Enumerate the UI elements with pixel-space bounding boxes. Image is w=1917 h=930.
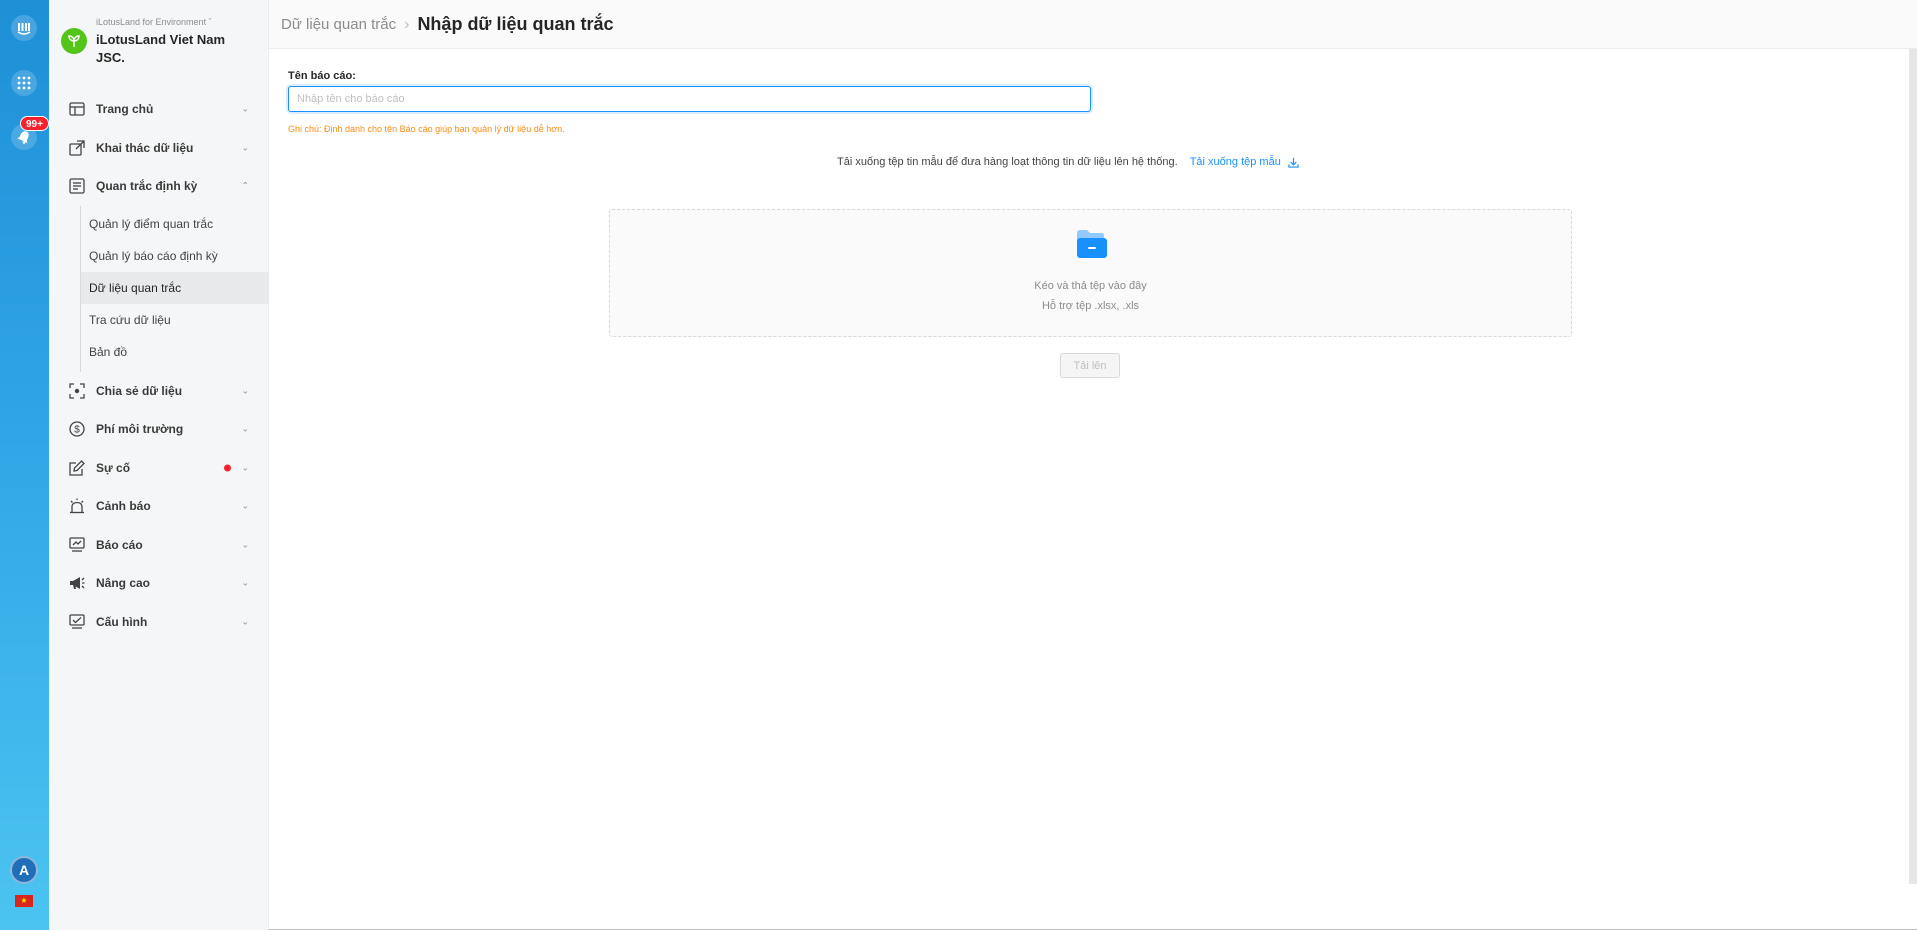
breadcrumb: Dữ liệu quan trắc › Nhập dữ liệu quan tr…	[281, 14, 614, 35]
chevron-up-icon: ⌃	[241, 180, 249, 191]
menu-item-nang-cao[interactable]: Nâng cao ⌄	[49, 564, 269, 603]
chevron-down-icon: ⌄	[241, 539, 249, 550]
submenu-item-du-lieu-quan-trac[interactable]: Dữ liệu quan trắc	[81, 271, 269, 304]
chevron-down-icon: ⌄	[241, 142, 249, 153]
chevron-down-icon: ⌄	[241, 462, 249, 473]
chevron-down-icon: ⌄	[241, 616, 249, 627]
menu-item-chia-se-du-lieu[interactable]: Chia sẻ dữ liệu ⌄	[49, 372, 269, 411]
menu-item-su-co[interactable]: Sự cố ⌄	[49, 449, 269, 488]
menu-item-bao-cao[interactable]: Báo cáo ⌄	[49, 526, 269, 565]
organization-name: iLotusLand Viet Nam JSC.	[96, 32, 226, 65]
submenu-quan-trac-dinh-ky: Quản lý điểm quan trắc Quản lý báo cáo đ…	[80, 205, 269, 372]
breadcrumb-parent-link[interactable]: Dữ liệu quan trắc	[281, 16, 396, 33]
megaphone-icon	[69, 575, 85, 591]
folder-icon	[1076, 228, 1108, 265]
app-rail: 99+ A ★	[0, 0, 49, 930]
menu-item-label: Phí môi trường	[96, 422, 184, 437]
share-focus-icon	[69, 383, 85, 399]
menu-item-label: Cảnh báo	[96, 499, 151, 514]
app-logo-icon[interactable]	[11, 15, 37, 41]
organization-logo-icon	[61, 28, 87, 54]
dropzone-hint: Hỗ trợ tệp .xlsx, .xls	[1041, 300, 1140, 312]
submenu-item-quan-ly-bao-cao-dinh-ky[interactable]: Quản lý báo cáo định kỳ	[81, 240, 269, 272]
report-name-label: Tên báo cáo:	[288, 70, 356, 82]
dollar-circle-icon: $	[69, 421, 85, 437]
apps-grid-icon[interactable]	[11, 70, 37, 96]
file-dropzone[interactable]: Kéo và thả tệp vào đây Hỗ trợ tệp .xlsx,…	[609, 209, 1572, 337]
menu-item-cau-hinh[interactable]: Cấu hình ⌄	[49, 603, 269, 642]
download-icon	[1288, 157, 1299, 168]
menu-item-label: Cấu hình	[96, 614, 148, 629]
download-template-link[interactable]: Tải xuống tệp mẫu	[1190, 156, 1299, 168]
page-scrollbar[interactable]	[1909, 49, 1917, 884]
alarm-icon	[69, 498, 85, 514]
organization-subtitle: iLotusLand for Environment ˇ	[96, 17, 212, 27]
chevron-right-icon: ›	[404, 15, 410, 33]
submenu-item-ban-do[interactable]: Bản đồ	[81, 336, 269, 368]
svg-text:$: $	[74, 425, 80, 436]
chevron-down-icon: ⌄	[241, 103, 249, 114]
caret-icon: ˇ	[208, 17, 212, 27]
alert-dot	[224, 464, 231, 472]
menu-item-label: Sự cố	[96, 460, 131, 475]
menu-item-trang-chu[interactable]: Trang chủ ⌄	[49, 90, 269, 129]
menu-item-quan-trac-dinh-ky[interactable]: Quan trắc định kỳ ⌃	[49, 167, 269, 206]
chevron-down-icon: ⌄	[241, 423, 249, 434]
menu-item-label: Trang chủ	[96, 102, 154, 117]
chevron-down-icon: ⌄	[241, 500, 249, 511]
edit-icon	[69, 459, 85, 476]
page-title: Nhập dữ liệu quan trắc	[417, 14, 614, 34]
chevron-down-icon: ⌄	[241, 577, 249, 588]
page-header: Dữ liệu quan trắc › Nhập dữ liệu quan tr…	[269, 0, 1917, 49]
document-list-icon	[69, 178, 85, 194]
vietnam-flag-icon[interactable]: ★	[15, 895, 33, 907]
user-avatar[interactable]: A	[10, 856, 38, 884]
notification-count-badge: 99+	[20, 116, 49, 131]
template-download-row: Tải xuống tệp tin mẫu để đưa hàng loạt t…	[837, 156, 1299, 168]
organization-subtitle-text: iLotusLand for Environment	[96, 17, 207, 27]
dropzone-title: Kéo và thả tệp vào đây	[1034, 280, 1147, 292]
menu-item-label: Nâng cao	[96, 576, 151, 591]
menu-item-canh-bao[interactable]: Cảnh báo ⌄	[49, 487, 269, 526]
download-template-link-label: Tải xuống tệp mẫu	[1189, 156, 1281, 168]
monitor-chart-icon	[69, 537, 85, 553]
menu-item-label: Quan trắc định kỳ	[96, 179, 198, 194]
submenu-item-quan-ly-diem-quan-trac[interactable]: Quản lý điểm quan trắc	[81, 208, 269, 240]
menu-item-khai-thac-du-lieu[interactable]: Khai thác dữ liệu ⌄	[49, 129, 269, 168]
upload-button[interactable]: Tải lên	[1060, 353, 1120, 378]
menu-item-label: Báo cáo	[96, 537, 143, 552]
monitor-settings-icon	[69, 614, 85, 630]
report-name-note: Ghi chú: Định danh cho tên Báo cáo giúp …	[288, 124, 565, 134]
menu-item-phi-moi-truong[interactable]: $ Phí môi trường ⌄	[49, 410, 269, 449]
template-download-text: Tải xuống tệp tin mẫu để đưa hàng loạt t…	[837, 156, 1178, 168]
home-layout-icon	[69, 101, 85, 117]
menu-item-label: Chia sẻ dữ liệu	[96, 383, 183, 398]
chevron-down-icon: ⌄	[241, 385, 249, 396]
submenu-item-tra-cuu-du-lieu[interactable]: Tra cứu dữ liệu	[81, 304, 269, 336]
main-menu: Trang chủ ⌄ Khai thác dữ liệu ⌄ Quan trắ…	[49, 90, 269, 641]
organization-switcher[interactable]: iLotusLand for Environment ˇ iLotusLand …	[61, 14, 261, 70]
main-content: Tên báo cáo: Ghi chú: Định danh cho tên …	[269, 49, 1909, 930]
menu-item-label: Khai thác dữ liệu	[96, 140, 194, 155]
report-name-input[interactable]	[288, 86, 1091, 112]
sidebar: iLotusLand for Environment ˇ iLotusLand …	[49, 0, 269, 930]
external-link-icon	[69, 140, 85, 156]
